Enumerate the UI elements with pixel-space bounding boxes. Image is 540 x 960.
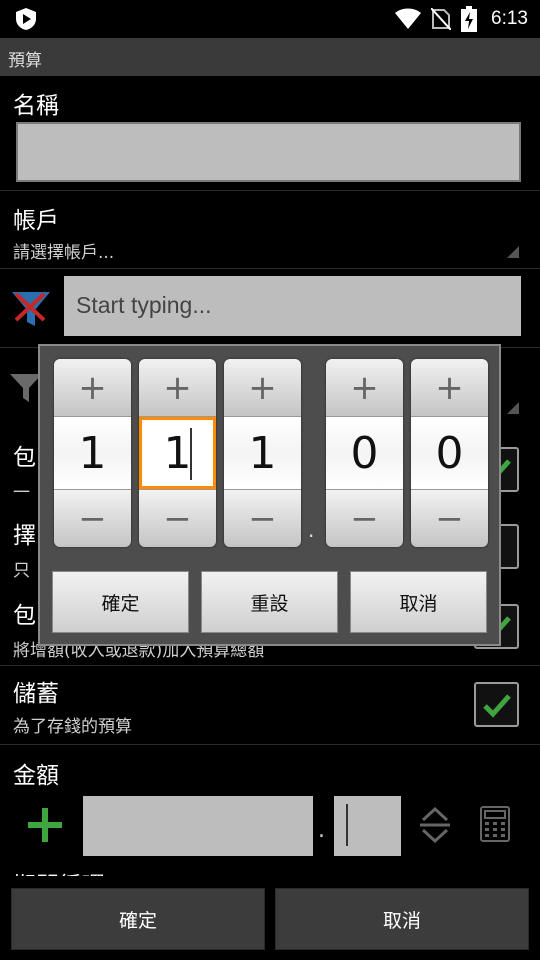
account-label: 帳戶 [13, 208, 59, 234]
row2-label: 擇 [13, 523, 36, 549]
number-picker-dialog: + 1 − + 1 − + 1 − . + 0 − + 0 − 確定 重設 取消 [38, 344, 501, 646]
row1-label: 包 [13, 445, 36, 471]
app-shield-icon [16, 8, 36, 30]
digit-value[interactable]: 0 [326, 417, 403, 489]
digit-picker: + 1 − [224, 359, 301, 547]
plus-icon[interactable] [26, 806, 64, 844]
confirm-button[interactable]: 確定 [11, 888, 265, 950]
decrement-button[interactable]: − [326, 489, 403, 547]
filter-funnel-icon[interactable] [10, 290, 52, 330]
digit-picker: + 0 − [411, 359, 488, 547]
dialog-cancel-button[interactable]: 取消 [350, 571, 487, 633]
digit-value[interactable]: 0 [411, 417, 488, 489]
savings-label: 儲蓄 [13, 681, 59, 707]
divider [0, 268, 540, 269]
title-bar: 預算 [0, 38, 540, 76]
calculator-icon[interactable] [480, 806, 510, 842]
dialog-confirm-button[interactable]: 確定 [52, 571, 189, 633]
digit-value[interactable]: 1 [224, 417, 301, 489]
savings-sub: 為了存錢的預算 [13, 717, 132, 737]
spinner-arrow-icon [507, 246, 519, 258]
wifi-icon [395, 8, 422, 29]
status-bar: 6:13 [0, 0, 540, 38]
row3-label: 包 [13, 603, 36, 629]
amount-label: 金額 [13, 763, 59, 789]
cancel-button[interactable]: 取消 [275, 888, 529, 950]
increment-button[interactable]: + [326, 359, 403, 417]
name-input[interactable] [16, 122, 521, 182]
digit-picker: + 1 − [139, 359, 216, 547]
row2-sub: 只 [13, 561, 30, 581]
account-spinner[interactable]: 請選擇帳戶... [13, 238, 114, 263]
digit-value[interactable]: 1 [54, 417, 131, 489]
digit-value-focused[interactable]: 1 [139, 417, 216, 489]
text-caret [346, 804, 348, 846]
amount-decimal-input[interactable] [334, 796, 401, 856]
decrement-button[interactable]: − [139, 489, 216, 547]
digit-picker: + 0 − [326, 359, 403, 547]
dialog-reset-button[interactable]: 重設 [201, 571, 338, 633]
increment-button[interactable]: + [224, 359, 301, 417]
no-sim-icon [431, 8, 452, 30]
row1-sub: 一 [13, 483, 30, 503]
spinner-arrow-icon [507, 402, 519, 414]
amount-integer-input[interactable] [83, 796, 313, 856]
checkmark-icon [483, 694, 511, 718]
divider [0, 665, 540, 666]
divider [0, 744, 540, 745]
divider [0, 190, 540, 191]
name-label: 名稱 [13, 93, 59, 119]
increment-button[interactable]: + [411, 359, 488, 417]
decrement-button[interactable]: − [224, 489, 301, 547]
text-caret [190, 428, 192, 480]
clock: 6:13 [491, 8, 528, 29]
digit-text: 1 [163, 427, 192, 479]
digit-picker: + 1 − [54, 359, 131, 547]
decrement-button[interactable]: − [411, 489, 488, 547]
amount-decimal-separator: . [318, 818, 325, 843]
battery-charging-icon [461, 6, 478, 32]
page-title: 預算 [8, 51, 42, 71]
decrement-button[interactable]: − [54, 489, 131, 547]
savings-checkbox[interactable] [474, 682, 519, 727]
increment-button[interactable]: + [139, 359, 216, 417]
swap-vertical-icon[interactable] [418, 806, 452, 844]
increment-button[interactable]: + [54, 359, 131, 417]
filter-placeholder: Start typing... [76, 292, 212, 318]
filter-input[interactable]: Start typing... [64, 276, 521, 336]
decimal-separator: . [308, 518, 315, 542]
